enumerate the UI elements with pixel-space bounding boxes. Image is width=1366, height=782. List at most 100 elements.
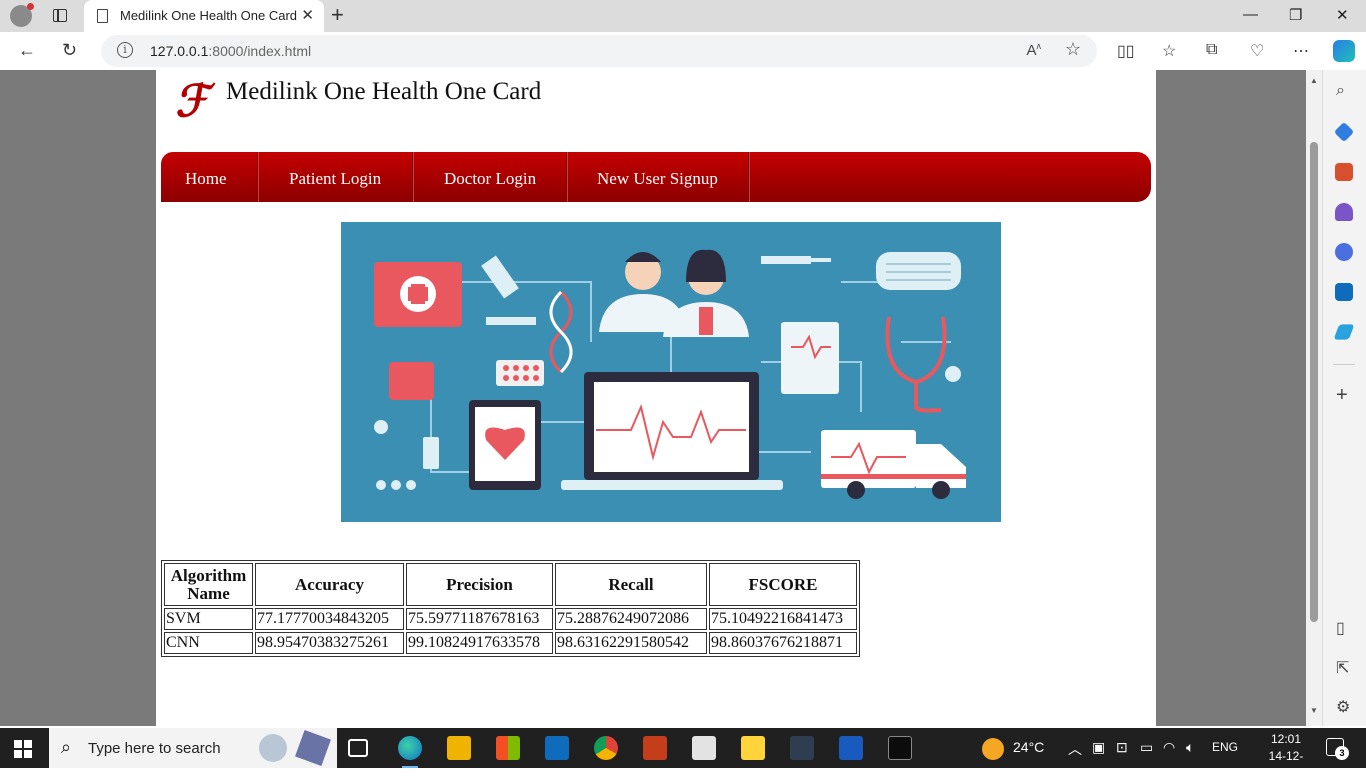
header-algorithm-name: Algorithm Name (164, 563, 253, 606)
system-clock[interactable]: 12:01 14-12-2023 (1256, 731, 1316, 782)
settings-gear-icon[interactable]: ⚙ (1336, 697, 1350, 717)
chevron-up-icon[interactable]: ︿ (1068, 739, 1082, 759)
wifi-icon[interactable]: ◠ (1163, 739, 1175, 756)
games-icon[interactable] (1335, 203, 1353, 221)
nav-home[interactable]: Home (185, 152, 227, 202)
cell-accuracy: 98.95470383275261 (255, 632, 404, 654)
sidebar-divider (1333, 364, 1355, 365)
microsoft-365-icon[interactable] (1335, 243, 1353, 261)
collections-icon[interactable]: ⧉ (1206, 41, 1217, 59)
scroll-up-arrow-icon[interactable]: ▲ (1310, 76, 1318, 85)
cell-recall: 98.63162291580542 (555, 632, 707, 654)
browser-viewport: ℱ Medilink One Health One Card Home Pati… (0, 70, 1322, 726)
nav-divider (748, 152, 749, 202)
cell-fscore: 75.10492216841473 (709, 608, 857, 630)
tools-icon[interactable] (1335, 163, 1353, 181)
refresh-icon[interactable]: ↻ (62, 40, 77, 61)
copilot-icon[interactable] (1333, 40, 1355, 62)
nav-divider (412, 152, 413, 202)
outlook-icon[interactable] (1335, 283, 1353, 301)
microsoft-store-icon[interactable] (496, 736, 520, 760)
weather-icon[interactable] (982, 738, 1004, 760)
paint-icon[interactable] (692, 736, 716, 760)
nav-patient-login[interactable]: Patient Login (289, 152, 381, 202)
windows-start-icon[interactable] (14, 740, 32, 758)
notification-center-icon[interactable]: 3 (1326, 738, 1349, 760)
url-host: 127.0.0.1 (150, 43, 209, 59)
read-aloud-icon[interactable]: Aʌ (1026, 41, 1041, 59)
performance-icon[interactable]: ♡ (1250, 41, 1264, 61)
taskbar-search-box[interactable]: ⌕ Type here to search (49, 728, 337, 768)
url-text[interactable]: 127.0.0.1:8000/index.html (150, 43, 311, 59)
site-info-icon[interactable]: i (117, 42, 133, 58)
meet-now-icon[interactable]: ▣ (1092, 739, 1105, 756)
cell-recall: 75.28876249072086 (555, 608, 707, 630)
cell-accuracy: 77.17770034843205 (255, 608, 404, 630)
python-icon[interactable] (741, 736, 765, 760)
header-fscore: FSCORE (709, 563, 857, 606)
favorite-star-icon[interactable]: ☆ (1065, 39, 1081, 60)
table-header-row: Algorithm Name Accuracy Precision Recall… (164, 563, 857, 606)
battery-icon[interactable]: ▭ (1140, 739, 1153, 756)
main-nav-menu: Home Patient Login Doctor Login New User… (161, 152, 1151, 202)
windows-taskbar: ⌕ Type here to search 24°C ︿ ▣ ⊡ ▭ ◠ 🔈︎ … (0, 728, 1366, 780)
powerpoint-icon[interactable] (643, 736, 667, 760)
header-recall: Recall (555, 563, 707, 606)
profile-icon[interactable] (10, 3, 34, 27)
cell-algorithm: SVM (164, 608, 253, 630)
hide-sidebar-icon[interactable]: ▯ (1336, 618, 1345, 638)
back-arrow-icon[interactable]: ← (18, 40, 36, 61)
site-title: Medilink One Health One Card (226, 78, 542, 105)
more-menu-icon[interactable]: ⋯ (1293, 41, 1309, 61)
nav-new-user-signup[interactable]: New User Signup (597, 152, 718, 202)
scroll-down-arrow-icon[interactable]: ▼ (1310, 706, 1318, 715)
web-page: ℱ Medilink One Health One Card Home Pati… (156, 70, 1156, 726)
input-language[interactable]: ENG (1212, 740, 1238, 754)
notification-count: 3 (1335, 746, 1349, 760)
search-icon[interactable]: ⌕ (1336, 82, 1345, 100)
network-status-icon[interactable]: ⊡ (1116, 739, 1128, 756)
word-icon[interactable] (839, 736, 863, 760)
file-explorer-icon[interactable] (447, 736, 471, 760)
new-tab-button[interactable]: + (331, 3, 344, 27)
add-sidebar-app-icon[interactable]: + (1336, 384, 1348, 407)
page-scrollbar[interactable]: ▲ ▼ (1306, 70, 1322, 726)
cell-precision: 75.59771187678163 (406, 608, 553, 630)
window-close-button[interactable]: ✕ (1336, 6, 1349, 24)
mysql-icon[interactable] (790, 736, 814, 760)
url-path: :8000/index.html (208, 43, 312, 59)
clock-time: 12:01 (1270, 732, 1302, 746)
command-prompt-icon[interactable] (888, 736, 912, 760)
weather-temperature[interactable]: 24°C (1013, 739, 1044, 755)
shopping-icon[interactable] (1333, 121, 1355, 143)
browser-tab[interactable]: Medilink One Health One Card ✕ (84, 0, 324, 32)
header-precision: Precision (406, 563, 553, 606)
site-logo: ℱ (173, 76, 218, 127)
tab-close-button[interactable]: ✕ (301, 6, 314, 24)
minimize-button[interactable]: — (1243, 6, 1258, 23)
url-field[interactable]: i 127.0.0.1:8000/index.html Aʌ ☆ (101, 35, 1097, 67)
results-table: Algorithm Name Accuracy Precision Recall… (161, 560, 860, 657)
volume-icon[interactable]: 🔈︎ (1186, 739, 1194, 756)
nav-doctor-login[interactable]: Doctor Login (444, 152, 536, 202)
task-view-icon[interactable] (348, 739, 368, 757)
open-external-icon[interactable]: ⇱ (1336, 658, 1349, 678)
search-icon: ⌕ (61, 737, 72, 757)
scroll-thumb[interactable] (1310, 142, 1318, 622)
mail-icon[interactable] (545, 736, 569, 760)
address-bar-row: ← ↻ i 127.0.0.1:8000/index.html Aʌ ☆ ▯▯ … (0, 32, 1366, 70)
nav-divider (257, 152, 258, 202)
cell-fscore: 98.86037676218871 (709, 632, 857, 654)
favorites-icon[interactable]: ☆ (1162, 41, 1176, 61)
chrome-icon[interactable] (594, 736, 618, 760)
tab-actions-icon[interactable] (53, 9, 67, 22)
healthcare-banner-image (341, 222, 1001, 522)
edge-browser-icon[interactable] (398, 736, 422, 768)
header-accuracy: Accuracy (255, 563, 404, 606)
clock-date: 14-12-2023 (1268, 749, 1304, 780)
restore-button[interactable]: ❐ (1289, 6, 1302, 24)
browser-tab-bar: Medilink One Health One Card ✕ + — ❐ ✕ (0, 0, 1366, 32)
telegram-icon[interactable] (1333, 324, 1355, 340)
healthcare-illustration (374, 249, 966, 499)
split-screen-icon[interactable]: ▯▯ (1117, 41, 1135, 61)
